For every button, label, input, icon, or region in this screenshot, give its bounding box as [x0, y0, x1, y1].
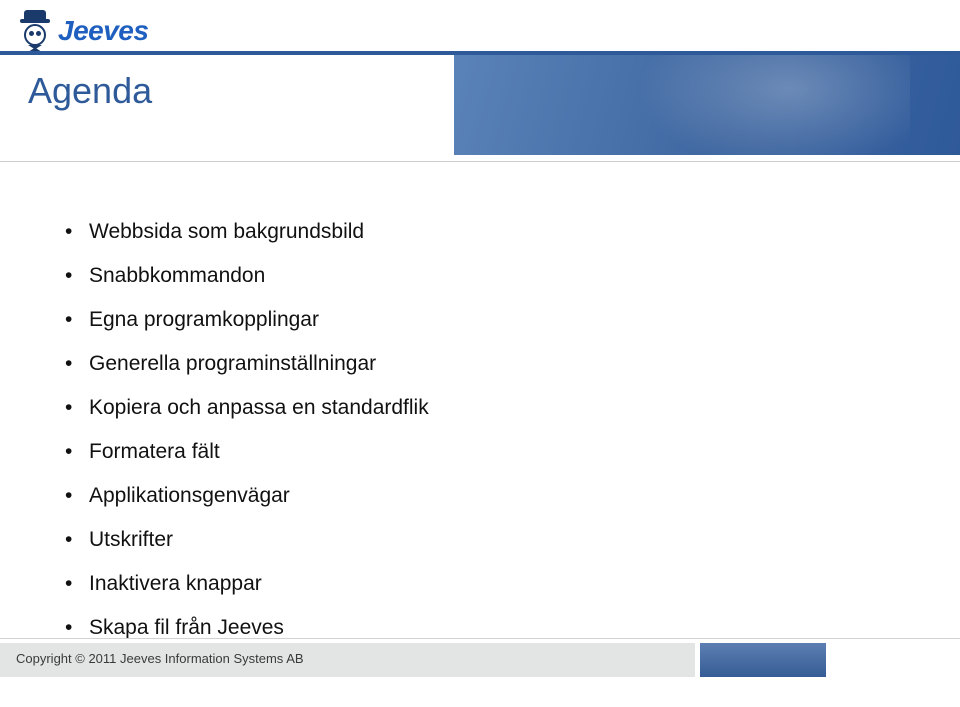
jeeves-mascot-icon — [20, 10, 52, 52]
footer: Copyright © 2011 Jeeves Information Syst… — [0, 643, 960, 677]
footer-blue-bar — [700, 643, 826, 677]
content-area: Webbsida som bakgrundsbild Snabbkommando… — [65, 220, 429, 660]
page-title: Agenda — [28, 70, 152, 112]
logo: Jeeves — [20, 10, 148, 52]
list-item: Applikationsgenvägar — [65, 484, 429, 508]
slide: Jeeves Agenda Webbsida som bakgrundsbild… — [0, 0, 960, 707]
brand-name: Jeeves — [58, 15, 148, 47]
list-item: Snabbkommandon — [65, 264, 429, 288]
title-background-image — [454, 55, 960, 155]
list-item: Egna programkopplingar — [65, 308, 429, 332]
list-item: Utskrifter — [65, 528, 429, 552]
footer-divider — [0, 638, 960, 639]
list-item: Kopiera och anpassa en standardflik — [65, 396, 429, 420]
list-item: Inaktivera knappar — [65, 572, 429, 596]
copyright-text: Copyright © 2011 Jeeves Information Syst… — [16, 651, 304, 666]
list-item: Skapa fil från Jeeves — [65, 616, 429, 640]
list-item: Formatera fält — [65, 440, 429, 464]
title-band: Agenda — [0, 55, 960, 155]
agenda-list: Webbsida som bakgrundsbild Snabbkommando… — [65, 220, 429, 640]
content-divider — [0, 161, 960, 162]
list-item: Webbsida som bakgrundsbild — [65, 220, 429, 244]
header: Jeeves — [0, 0, 960, 55]
list-item: Generella programinställningar — [65, 352, 429, 376]
